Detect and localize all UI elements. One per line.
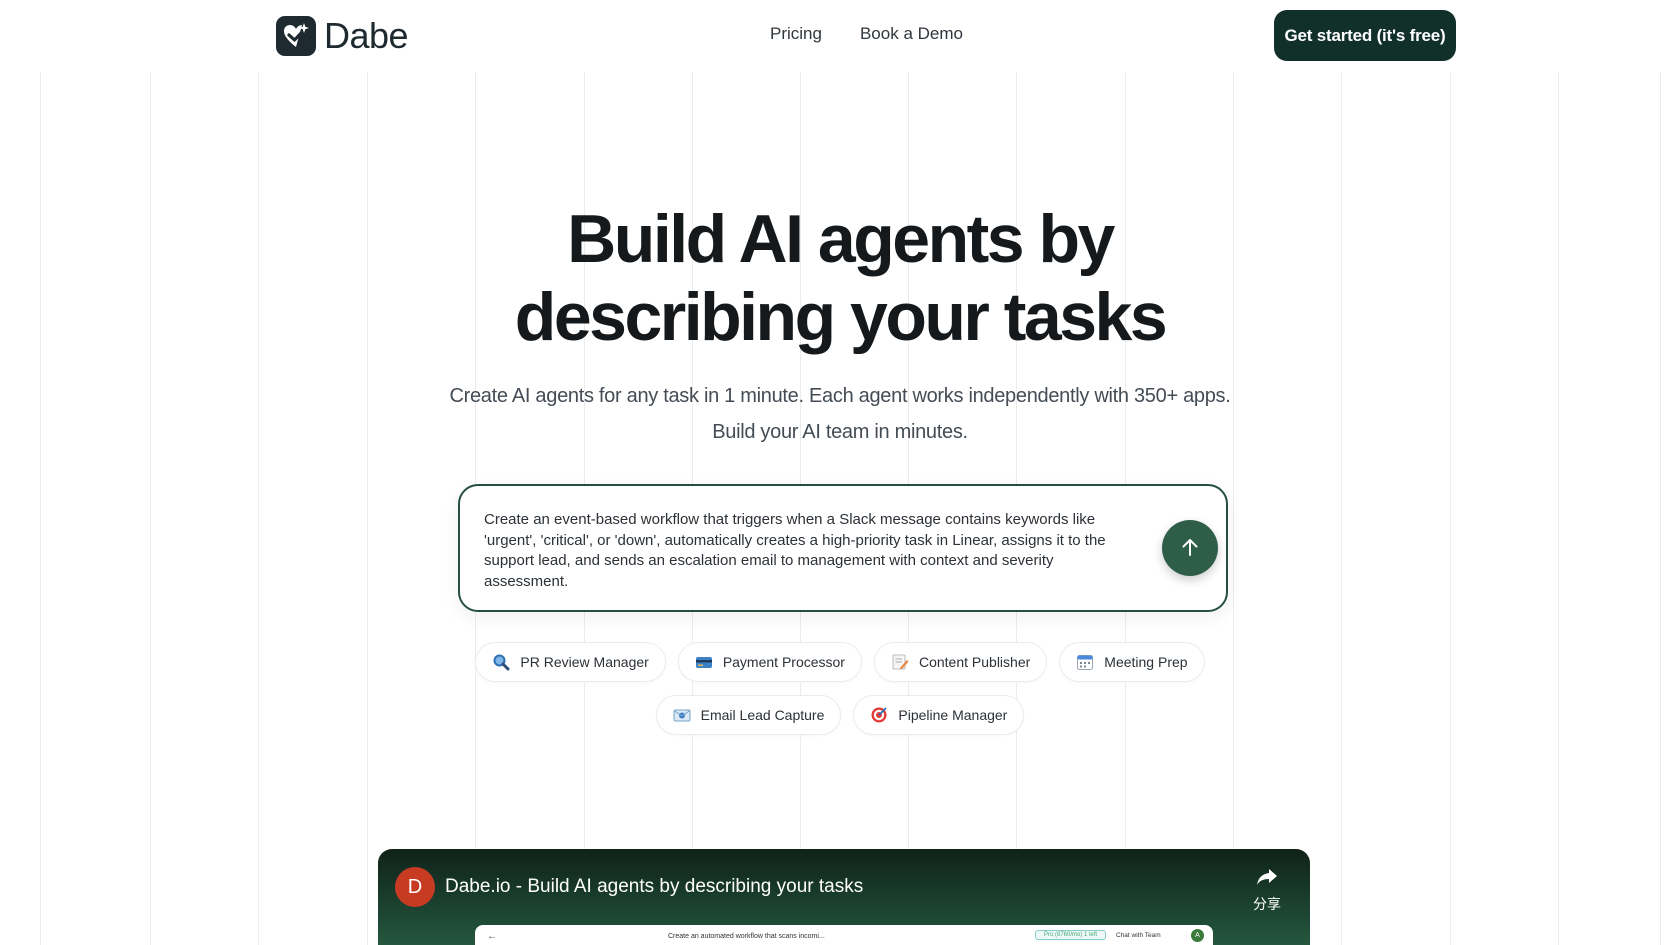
back-arrow-icon: ←	[487, 931, 497, 942]
video-preview-frame: ← Create an automated workflow that scan…	[475, 925, 1213, 945]
chip-email-lead-capture[interactable]: Email Lead Capture	[655, 695, 842, 735]
chip-label: Email Lead Capture	[700, 707, 825, 723]
chip-label: PR Review Manager	[520, 654, 649, 670]
preview-chat-label: Chat with Team	[1116, 932, 1161, 939]
brand-logo[interactable]: Dabe	[276, 15, 409, 57]
chip-meeting-prep[interactable]: Meeting Prep	[1059, 642, 1205, 682]
share-icon	[1255, 869, 1279, 891]
prompt-input[interactable]: Create an event-based workflow that trig…	[484, 510, 1134, 592]
heart-check-icon	[276, 16, 316, 56]
nav-link-pricing[interactable]: Pricing	[770, 24, 822, 44]
nav-links: Pricing Book a Demo	[770, 24, 963, 44]
chip-pr-review-manager[interactable]: PR Review Manager	[475, 642, 666, 682]
chip-label: Payment Processor	[722, 654, 845, 670]
hero-title-line-2: describing your tasks	[514, 279, 1168, 355]
credit-card-icon	[695, 653, 713, 671]
template-chips-row-2: Email Lead Capture Pipeline Manager	[0, 695, 1680, 735]
send-button[interactable]	[1162, 520, 1218, 576]
chip-label: Pipeline Manager	[898, 707, 1008, 723]
share-button[interactable]: 分享	[1242, 867, 1292, 914]
brand-name: Dabe	[324, 15, 409, 56]
nav-link-book-demo[interactable]: Book a Demo	[860, 24, 963, 44]
preview-avatar: A	[1191, 929, 1204, 942]
hero-title-line-1: Build AI agents by	[567, 201, 1115, 277]
chip-payment-processor[interactable]: Payment Processor	[677, 642, 862, 682]
arrow-up-icon	[1179, 536, 1201, 561]
chip-content-publisher[interactable]: Content Publisher	[873, 642, 1048, 682]
prompt-box[interactable]: Create an event-based workflow that trig…	[458, 484, 1228, 612]
target-icon	[870, 706, 888, 724]
hero-subtitle: Create AI agents for any task in 1 minut…	[0, 378, 1680, 450]
hero-title: Build AI agents by describing your tasks	[0, 200, 1680, 356]
chip-label: Content Publisher	[918, 654, 1031, 670]
hero-subtitle-line-2: Build your AI team in minutes.	[712, 421, 968, 443]
preview-plan-badge: Pro (8760/mo) 1 left	[1035, 930, 1107, 940]
share-label: 分享	[1253, 897, 1281, 913]
envelope-icon	[673, 706, 691, 724]
calendar-icon	[1076, 653, 1094, 671]
chip-label: Meeting Prep	[1104, 654, 1188, 670]
top-nav: Dabe Pricing Book a Demo Get started (it…	[0, 0, 1680, 72]
video-title[interactable]: Dabe.io - Build AI agents by describing …	[445, 876, 863, 898]
chip-pipeline-manager[interactable]: Pipeline Manager	[853, 695, 1025, 735]
channel-avatar[interactable]: D	[395, 867, 435, 907]
hero-subtitle-line-1: Create AI agents for any task in 1 minut…	[449, 385, 1231, 407]
magnifier-icon	[492, 653, 510, 671]
get-started-button[interactable]: Get started (it's free)	[1274, 10, 1456, 61]
video-player[interactable]: D Dabe.io - Build AI agents by describin…	[378, 849, 1310, 945]
template-chips-row-1: PR Review Manager Payment Processor Cont…	[0, 642, 1680, 682]
memo-icon	[891, 653, 909, 671]
preview-prompt-text: Create an automated workflow that scans …	[668, 933, 825, 940]
